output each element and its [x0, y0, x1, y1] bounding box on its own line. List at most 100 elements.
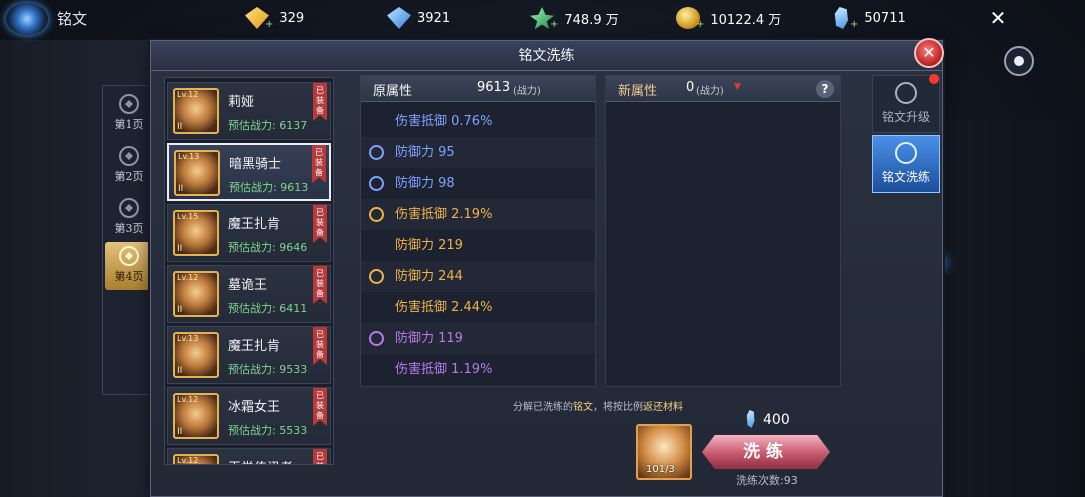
hero-rank: II [177, 366, 183, 376]
add-icon: + [696, 18, 705, 30]
attribute-text: 伤害抵御 1.19% [395, 362, 493, 377]
panel-title: 铭文洗练 [151, 41, 942, 71]
original-power-unit: (战力) [513, 86, 541, 97]
inscription-logo-icon [6, 3, 48, 35]
hero-item[interactable]: Lv.12 II 冰霜女王 预估战力: 5533 已装备 [167, 387, 331, 445]
hero-item[interactable]: Lv.15 II 魔王扎肯 预估战力: 9646 已装备 [167, 204, 331, 262]
hero-portrait: Lv.15 II [173, 210, 219, 256]
equipped-tag: 已装备 [312, 145, 326, 183]
attribute-text: 伤害抵御 0.76% [395, 114, 493, 129]
tab-inscription-refine[interactable]: 铭文洗练 [872, 135, 940, 193]
hero-level: Lv.12 [177, 90, 199, 99]
attribute-row: 防御力 244 [361, 261, 595, 292]
original-attributes-panel: 原属性 9613 (战力) 伤害抵御 0.76% 防御力 95 防御力 98 伤害抵御… [360, 75, 596, 387]
resource-blue-crystal[interactable]: + 50711 [830, 5, 906, 31]
blue-ring-icon [369, 176, 384, 191]
hero-portrait: Lv.12 II [173, 88, 219, 134]
tab-page-1[interactable]: 第1页 [105, 90, 153, 138]
attribute-text: 伤害抵御 2.19% [395, 207, 493, 222]
equipped-tag: 已装备 [313, 388, 327, 426]
attribute-text: 伤害抵御 2.44% [395, 300, 493, 315]
hero-name: 冰霜女王 [228, 400, 281, 415]
attribute-row: 防御力 98 [361, 168, 595, 199]
attribute-text: 防御力 119 [395, 331, 463, 346]
new-power-unit: (战力) [696, 86, 724, 97]
attribute-text: 防御力 98 [395, 176, 455, 191]
attribute-row: 伤害抵御 2.44% [361, 292, 595, 323]
attribute-row: 防御力 95 [361, 137, 595, 168]
original-header: 原属性 9613 (战力) [361, 76, 595, 102]
panel-close-button[interactable]: ✕ [914, 38, 944, 68]
hero-level: Lv.15 [177, 212, 199, 221]
hero-portrait: Lv.12 [173, 454, 219, 465]
resource-green-gem[interactable]: + 748.9 万 [530, 5, 619, 31]
help-icon[interactable]: ? [816, 80, 834, 98]
hero-rank: II [177, 122, 183, 132]
page-tabs: 第1页 第2页 第3页 第4页 [102, 85, 154, 395]
hero-rank: II [177, 244, 183, 254]
attribute-list: 伤害抵御 0.76% 防御力 95 防御力 98 伤害抵御 2.19% 防御力 219 防… [361, 106, 595, 384]
resource-gold-coin[interactable]: + 10122.4 万 [676, 5, 781, 31]
refine-cost: 400 [763, 412, 790, 428]
new-header: 新属性 0 (战力) ▼ ? [606, 76, 840, 102]
refine-swirl-icon [895, 142, 917, 164]
add-icon: + [850, 18, 859, 30]
hero-name: 墓诡王 [228, 278, 268, 293]
tab-label: 铭文升级 [881, 110, 930, 124]
original-power-value: 9613 [477, 80, 511, 95]
hero-item[interactable]: Lv.13 II 暗黑骑士 预估战力: 9613 已装备 [167, 143, 331, 201]
original-label: 原属性 [373, 84, 413, 99]
hero-rank: II [178, 184, 184, 194]
equipped-tag: 已装备 [313, 266, 327, 304]
hero-item[interactable]: Lv.12 II 墓诡王 预估战力: 6411 已装备 [167, 265, 331, 323]
attribute-text: 防御力 95 [395, 145, 455, 160]
resource-value: 10122.4 万 [710, 12, 782, 28]
attribute-text: 防御力 219 [395, 238, 463, 253]
hero-level: Lv.12 [177, 395, 199, 404]
tab-label: 第1页 [114, 118, 144, 131]
resource-value: 50711 [864, 10, 906, 26]
page-icon [119, 146, 139, 166]
hero-item[interactable]: Lv.12 II 莉娅 预估战力: 6137 已装备 [167, 82, 331, 140]
hero-level: Lv.12 [177, 456, 199, 465]
close-icon[interactable]: ✕ [985, 6, 1011, 30]
tab-page-3[interactable]: 第3页 [105, 194, 153, 242]
hero-item[interactable]: Lv.13 II 魔王扎肯 预估战力: 9533 已装备 [167, 326, 331, 384]
page-name: 铭文 [57, 10, 88, 28]
attribute-row: 伤害抵御 0.76% [361, 106, 595, 137]
hero-item[interactable]: Lv.12 王党传讯者 已装备 [167, 448, 331, 465]
resource-blue-diamond[interactable]: 3921 [387, 5, 450, 31]
hero-level: Lv.12 [177, 273, 199, 282]
hero-power: 预估战力: 6137 [228, 119, 308, 132]
equipped-tag: 已装备 [313, 449, 327, 464]
new-power-value: 0 [686, 80, 695, 95]
resource-value: 3921 [417, 10, 451, 26]
new-label: 新属性 [618, 84, 658, 99]
note-text: 分解已洗练的 [513, 402, 573, 413]
hero-rank: II [177, 305, 183, 315]
notification-dot [929, 74, 939, 84]
equipped-tag: 已装备 [313, 327, 327, 365]
resource-gold-diamond[interactable]: + 329 [245, 5, 304, 31]
note-text: ，将按比例 [593, 402, 643, 413]
resource-value: 748.9 万 [564, 12, 619, 28]
page-icon [119, 246, 139, 266]
attribute-row: 伤害抵御 1.19% [361, 354, 595, 385]
attribute-row: 防御力 119 [361, 323, 595, 354]
hero-power: 预估战力: 9646 [228, 241, 308, 254]
hero-list[interactable]: Lv.12 II 莉娅 预估战力: 6137 已装备 Lv.13 II 暗黑骑士 预估战力: 9… [164, 77, 334, 465]
tab-inscription-upgrade[interactable]: 铭文升级 [872, 75, 940, 133]
refine-count: 洗练次数:93 [736, 474, 798, 487]
tab-page-2[interactable]: 第2页 [105, 142, 153, 190]
tab-label: 第3页 [114, 222, 144, 235]
resource-value: 329 [279, 10, 305, 26]
tab-label: 第2页 [114, 170, 144, 183]
hero-level: Lv.13 [178, 152, 200, 161]
refine-button[interactable]: 洗练 [702, 435, 830, 469]
upgrade-arrow-icon [895, 82, 917, 104]
tab-page-4[interactable]: 第4页 [105, 242, 153, 290]
hero-name: 魔王扎肯 [228, 217, 281, 232]
record-button[interactable] [1004, 46, 1034, 76]
attribute-text: 防御力 244 [395, 269, 463, 284]
attribute-row: 防御力 219 [361, 230, 595, 261]
